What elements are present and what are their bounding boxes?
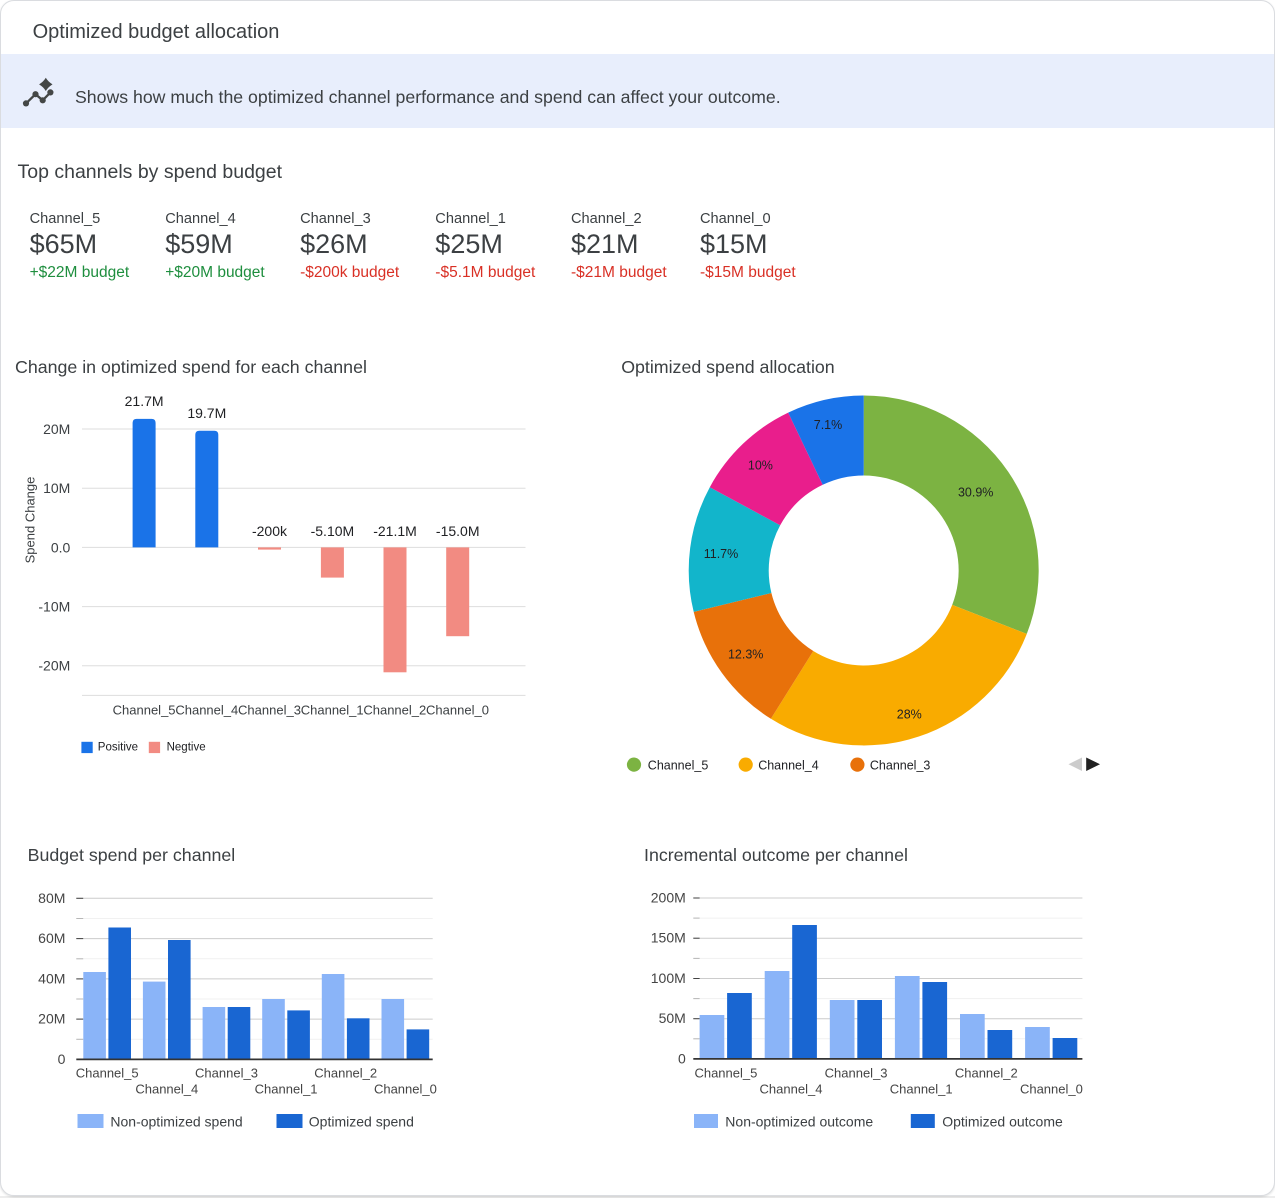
svg-text:Change in optimized spend for: Change in optimized spend for each chann…	[15, 357, 367, 377]
svg-text:Channel_5: Channel_5	[694, 1066, 757, 1081]
svg-text:$15M: $15M	[700, 229, 768, 259]
svg-text:Channel_1: Channel_1	[301, 703, 364, 718]
svg-text:-5.10M: -5.10M	[311, 523, 355, 539]
svg-text:0.0: 0.0	[51, 539, 71, 555]
svg-text:60M: 60M	[38, 930, 65, 946]
svg-text:Incremental outcome per channe: Incremental outcome per channel	[644, 845, 908, 865]
svg-text:Channel_0: Channel_0	[1020, 1082, 1083, 1097]
svg-text:Channel_4: Channel_4	[760, 1082, 823, 1097]
svg-text:20M: 20M	[43, 421, 70, 437]
svg-text:Channel_1: Channel_1	[435, 211, 506, 227]
svg-text:-$200k budget: -$200k budget	[300, 264, 400, 281]
svg-text:10%: 10%	[748, 459, 773, 473]
svg-text:-21.1M: -21.1M	[373, 523, 417, 539]
svg-text:12.3%: 12.3%	[728, 647, 763, 661]
svg-text:19.7M: 19.7M	[187, 405, 226, 421]
svg-text:Channel_0: Channel_0	[374, 1082, 437, 1097]
svg-text:-15.0M: -15.0M	[436, 523, 480, 539]
svg-text:Channel_5: Channel_5	[30, 211, 101, 227]
svg-text:Non-optimized outcome: Non-optimized outcome	[725, 1114, 873, 1130]
svg-text:Optimized outcome: Optimized outcome	[942, 1114, 1063, 1130]
svg-text:$26M: $26M	[300, 229, 368, 259]
svg-text:Non-optimized spend: Non-optimized spend	[110, 1114, 242, 1130]
svg-text:$65M: $65M	[30, 229, 98, 259]
svg-text:Channel_4: Channel_4	[758, 758, 819, 772]
svg-text:0: 0	[678, 1050, 686, 1066]
svg-text:100M: 100M	[651, 970, 686, 986]
svg-text:Channel_5: Channel_5	[113, 703, 176, 718]
svg-text:80M: 80M	[38, 890, 65, 906]
svg-text:$59M: $59M	[165, 229, 233, 259]
svg-text:-200k: -200k	[252, 523, 288, 539]
svg-text:Channel_2: Channel_2	[955, 1066, 1018, 1081]
svg-text:21.7M: 21.7M	[125, 393, 164, 409]
svg-text:-10M: -10M	[38, 599, 70, 615]
svg-text:Channel_1: Channel_1	[890, 1082, 953, 1097]
svg-text:Channel_3: Channel_3	[825, 1066, 888, 1081]
svg-text:-$5.1M budget: -$5.1M budget	[435, 264, 536, 281]
svg-text:-$21M budget: -$21M budget	[571, 264, 667, 281]
svg-text:Channel_3: Channel_3	[300, 211, 371, 227]
svg-text:200M: 200M	[651, 890, 686, 906]
svg-text:10M: 10M	[43, 480, 70, 496]
svg-text:150M: 150M	[651, 930, 686, 946]
svg-text:Channel_4: Channel_4	[175, 703, 238, 718]
svg-text:Optimized spend allocation: Optimized spend allocation	[621, 357, 835, 377]
svg-text:Channel_0: Channel_0	[426, 703, 489, 718]
svg-text:Channel_3: Channel_3	[195, 1066, 258, 1081]
svg-text:Channel_4: Channel_4	[135, 1082, 198, 1097]
svg-text:Negtive: Negtive	[167, 742, 206, 754]
svg-text:Optimized budget allocation: Optimized budget allocation	[33, 21, 280, 43]
svg-text:40M: 40M	[38, 970, 65, 986]
svg-text:Spend Change: Spend Change	[23, 477, 38, 564]
svg-text:Channel_5: Channel_5	[648, 758, 709, 772]
svg-text:Shows how much the optimized c: Shows how much the optimized channel per…	[75, 87, 781, 107]
svg-text:-$15M budget: -$15M budget	[700, 264, 796, 281]
svg-text:Channel_3: Channel_3	[870, 758, 931, 772]
svg-text:Channel_4: Channel_4	[165, 211, 236, 227]
svg-text:50M: 50M	[659, 1010, 686, 1026]
svg-text:20M: 20M	[38, 1011, 65, 1027]
svg-text:Channel_2: Channel_2	[314, 1066, 377, 1081]
svg-text:Top channels by spend budget: Top channels by spend budget	[18, 161, 283, 183]
svg-text:Channel_2: Channel_2	[571, 211, 642, 227]
svg-text:30.9%: 30.9%	[958, 485, 993, 499]
svg-text:Optimized spend: Optimized spend	[309, 1114, 414, 1130]
svg-text:+$20M budget: +$20M budget	[165, 264, 265, 281]
svg-text:Budget spend per channel: Budget spend per channel	[28, 845, 236, 865]
svg-text:Channel_3: Channel_3	[238, 703, 301, 718]
svg-text:Channel_0: Channel_0	[700, 211, 771, 227]
svg-text:Channel_5: Channel_5	[76, 1066, 139, 1081]
svg-text:$21M: $21M	[571, 229, 639, 259]
svg-text:Channel_1: Channel_1	[255, 1082, 318, 1097]
svg-text:7.1%: 7.1%	[814, 418, 843, 432]
svg-text:-20M: -20M	[38, 658, 70, 674]
svg-text:0: 0	[58, 1051, 66, 1067]
svg-text:28%: 28%	[897, 708, 922, 722]
svg-text:$25M: $25M	[435, 229, 503, 259]
svg-text:+$22M budget: +$22M budget	[30, 264, 130, 281]
svg-text:Channel_2: Channel_2	[363, 703, 426, 718]
svg-text:11.7%: 11.7%	[704, 547, 739, 561]
svg-text:Positive: Positive	[98, 742, 138, 754]
